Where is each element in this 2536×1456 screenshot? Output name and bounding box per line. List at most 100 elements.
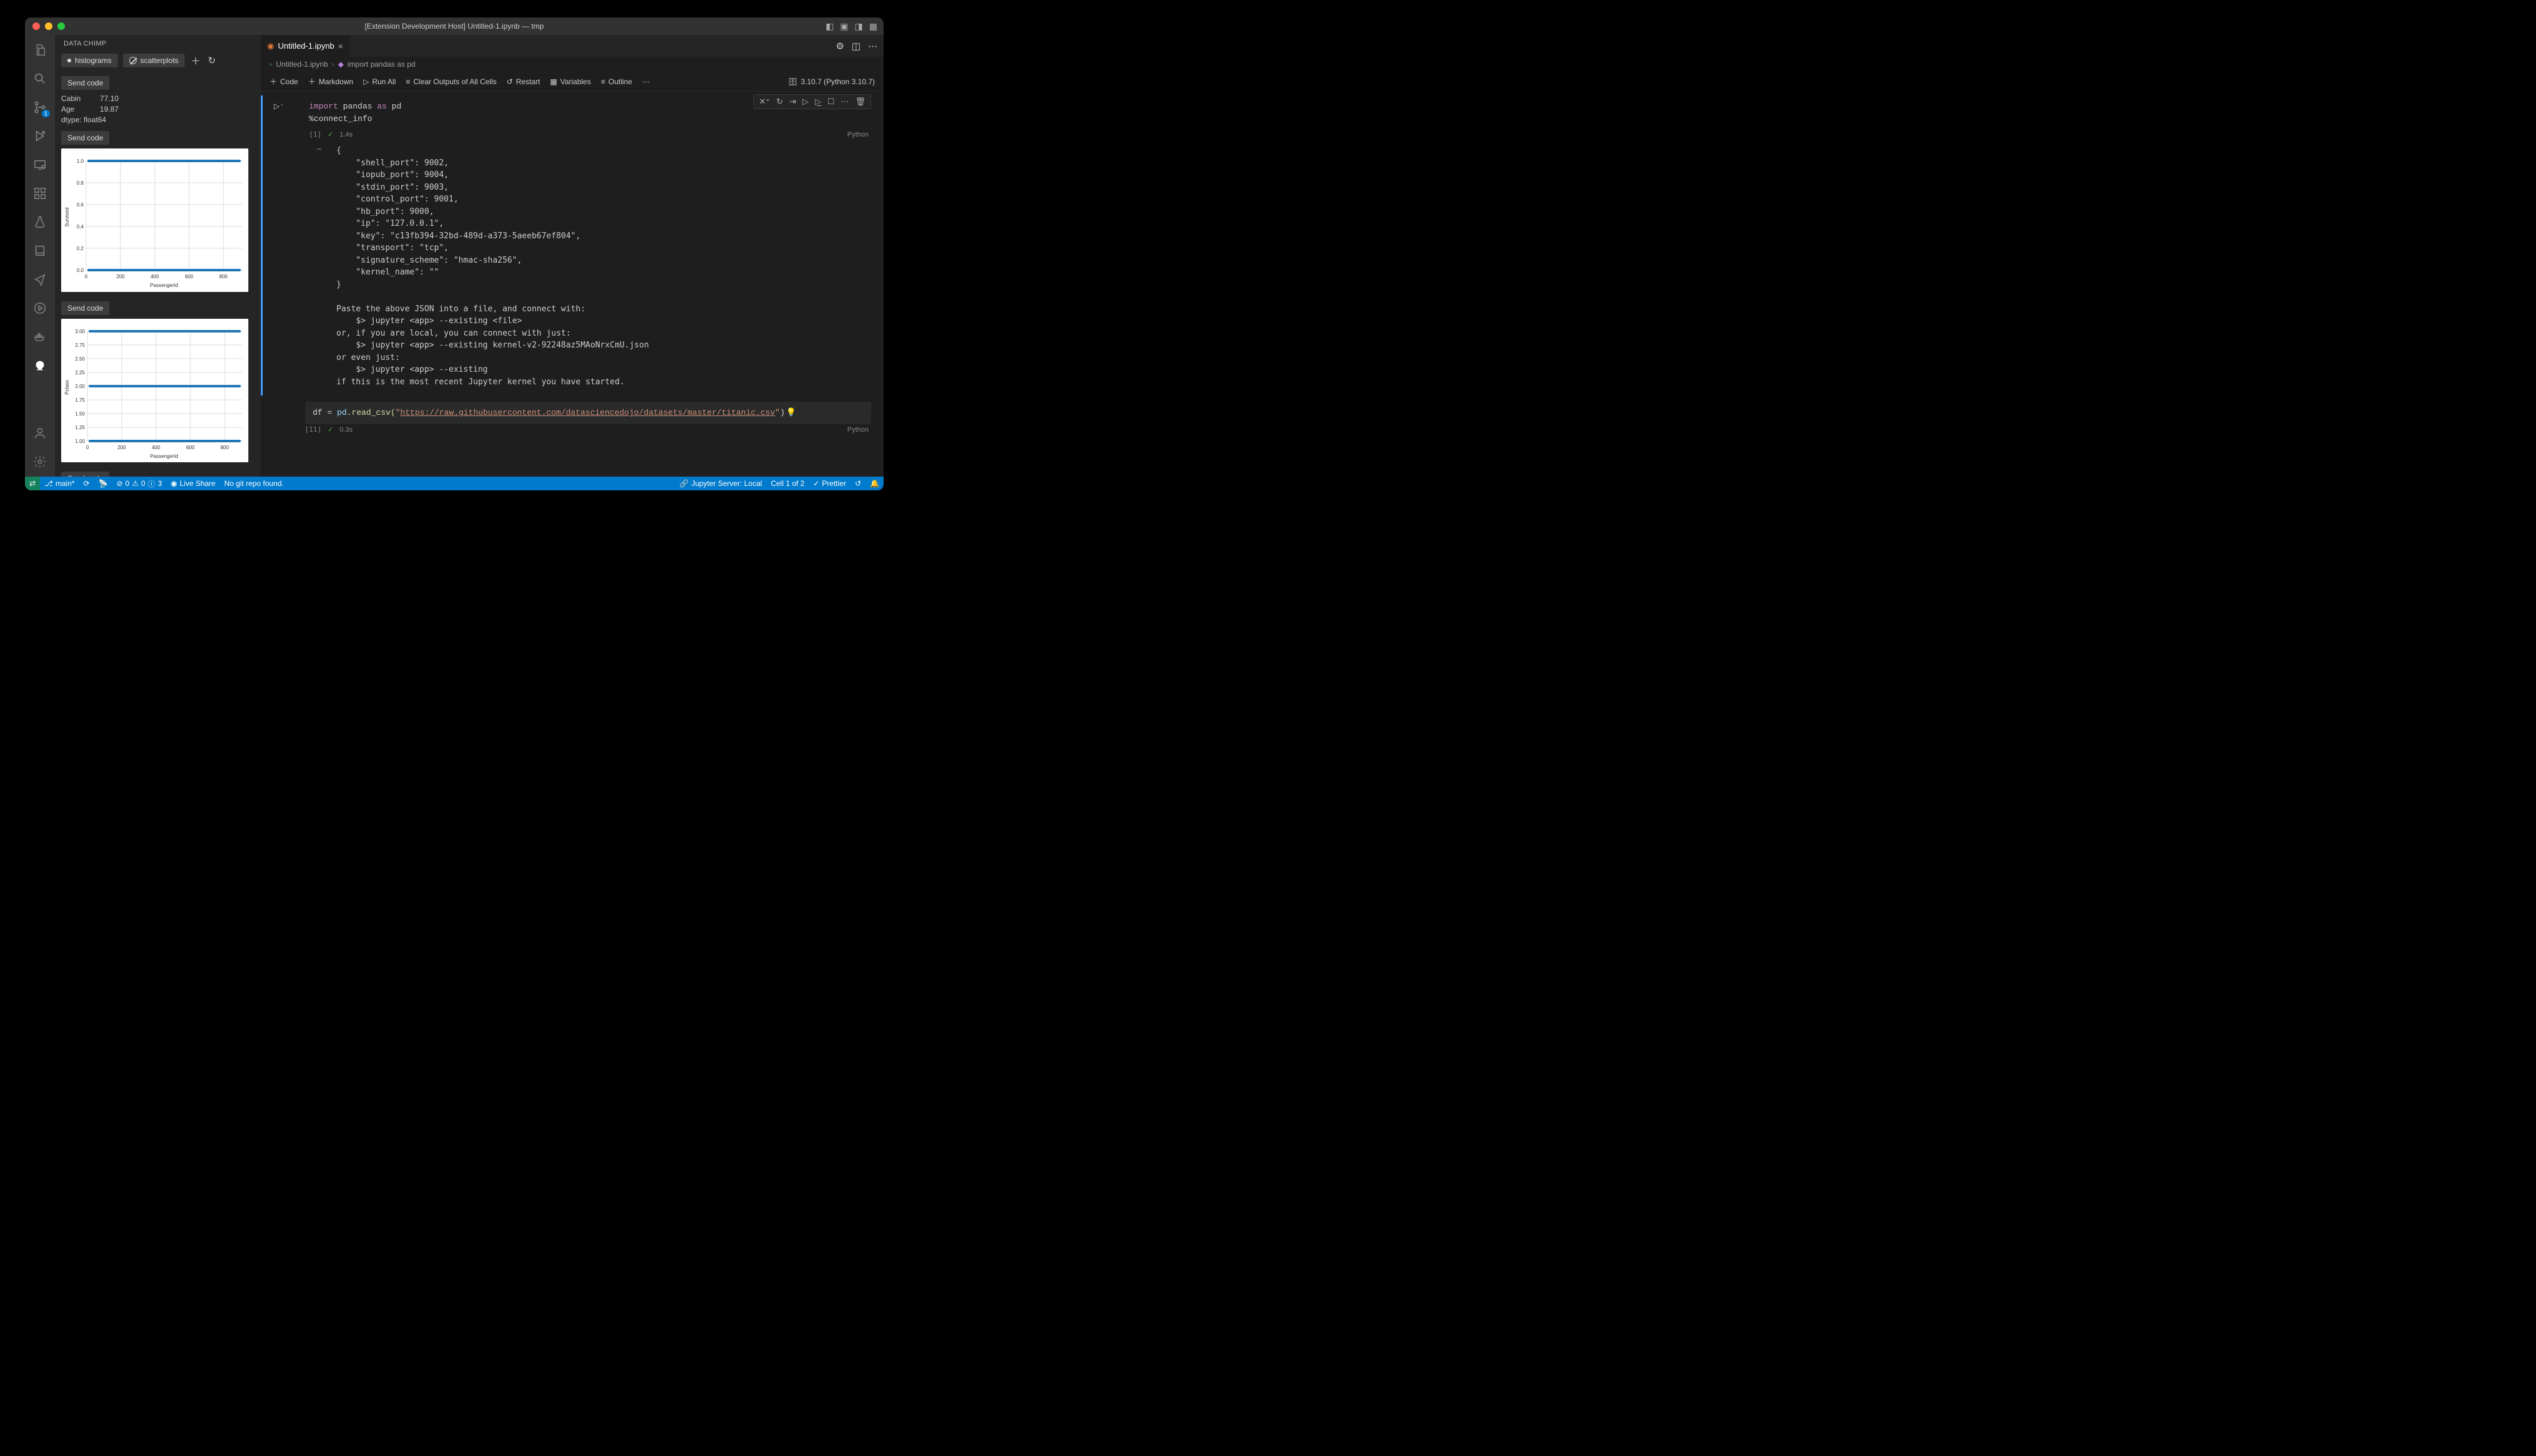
execution-count: [1] bbox=[294, 130, 321, 138]
svg-text:0.0: 0.0 bbox=[77, 268, 84, 273]
editor-tab[interactable]: ◉ Untitled-1.ipynb × bbox=[261, 35, 350, 57]
lightbulb-icon[interactable]: 💡 bbox=[786, 408, 796, 417]
svg-text:2.75: 2.75 bbox=[75, 342, 85, 348]
svg-text:2.00: 2.00 bbox=[75, 384, 85, 389]
send-code-button[interactable]: Send code bbox=[61, 131, 109, 145]
execute-cell-button[interactable]: ▷ˇ bbox=[274, 102, 283, 110]
disabled-icon bbox=[129, 57, 137, 64]
notebook-cell[interactable]: df = pd.read_csv("https://raw.githubuser… bbox=[261, 400, 884, 439]
split-cell-icon[interactable]: ☐ bbox=[826, 97, 836, 107]
svg-text:600: 600 bbox=[185, 274, 193, 279]
sidebar-tab-label: scatterplots bbox=[140, 56, 178, 65]
execution-time: 0.3s bbox=[339, 426, 353, 434]
remote-explorer-icon[interactable] bbox=[31, 156, 49, 173]
titlebar: [Extension Development Host] Untitled-1.… bbox=[25, 17, 884, 35]
configure-gear-icon[interactable]: ⚙ bbox=[836, 41, 844, 52]
layout-panel-bottom-icon[interactable]: ▣ bbox=[840, 21, 848, 32]
notifications-icon[interactable]: 🔔 bbox=[866, 479, 884, 488]
execute-below-icon[interactable]: ⇥ bbox=[788, 97, 797, 107]
jupyter-server-indicator[interactable]: 🔗 Jupyter Server: Local bbox=[675, 479, 766, 488]
outline-button[interactable]: ≡Outline bbox=[601, 77, 632, 86]
sidebar-tab-scatterplots[interactable]: scatterplots bbox=[123, 54, 185, 67]
refresh-icon[interactable]: ↻ bbox=[207, 55, 217, 66]
history-icon[interactable]: ↺ bbox=[851, 479, 866, 488]
kernel-picker[interactable]: 🗄 3.10.7 (Python 3.10.7) bbox=[788, 77, 875, 86]
search-icon[interactable] bbox=[31, 70, 49, 87]
docker-icon[interactable] bbox=[31, 328, 49, 346]
svg-text:800: 800 bbox=[220, 445, 229, 450]
send-code-button[interactable]: Send code bbox=[61, 472, 109, 477]
run-debug-icon[interactable] bbox=[31, 127, 49, 145]
account-icon[interactable] bbox=[31, 424, 49, 442]
svg-text:PassengerId: PassengerId bbox=[150, 454, 178, 459]
plot-survived: 1.00.80.6 0.40.20.0 0200400 600800 Passe… bbox=[61, 148, 248, 292]
testing-icon[interactable] bbox=[31, 213, 49, 231]
notebook-file-icon: ▫ bbox=[270, 60, 272, 69]
problems-indicator[interactable]: ⊘0 ⚠0 ⓘ3 bbox=[112, 478, 167, 489]
execution-time: 1.4s bbox=[339, 131, 353, 138]
run-cell-and-below-icon[interactable]: ▷̲ bbox=[814, 97, 822, 107]
svg-text:1.00: 1.00 bbox=[75, 439, 85, 444]
svg-text:400: 400 bbox=[150, 274, 159, 279]
svg-text:1.0: 1.0 bbox=[77, 158, 84, 164]
svg-text:3.00: 3.00 bbox=[75, 329, 85, 334]
output-collapse-icon[interactable]: ⋯ bbox=[294, 142, 321, 394]
layout-panel-right-icon[interactable]: ◨ bbox=[855, 21, 863, 32]
svg-text:1.25: 1.25 bbox=[75, 425, 85, 430]
explorer-icon[interactable] bbox=[31, 41, 49, 59]
add-tab-icon[interactable]: ＋ bbox=[190, 54, 202, 67]
info-icon: ⓘ bbox=[148, 478, 155, 489]
split-editor-icon[interactable]: ◫ bbox=[852, 41, 861, 52]
cell-toolbar: ✕⁺ ↻ ⇥ ▷ ▷̲ ☐ ⋯ 🗑 bbox=[753, 94, 871, 109]
svg-text:800: 800 bbox=[219, 274, 228, 279]
sync-icon: ⟳ bbox=[84, 479, 90, 488]
cell-language[interactable]: Python bbox=[847, 426, 871, 434]
sidebar-tab-histograms[interactable]: histograms bbox=[61, 54, 118, 67]
check-icon: ✓ bbox=[813, 479, 819, 488]
data-chimp-icon[interactable] bbox=[31, 357, 49, 374]
execute-above-icon[interactable]: ↻ bbox=[775, 97, 784, 107]
prettier-indicator[interactable]: ✓ Prettier bbox=[809, 479, 851, 488]
send-code-button[interactable]: Send code bbox=[61, 76, 109, 90]
clear-outputs-button[interactable]: ≡Clear Outputs of All Cells bbox=[406, 77, 496, 86]
cell-language[interactable]: Python bbox=[847, 131, 871, 138]
cell-more-icon[interactable]: ⋯ bbox=[839, 97, 850, 107]
cell-position[interactable]: Cell 1 of 2 bbox=[766, 479, 809, 488]
book-icon[interactable] bbox=[31, 242, 49, 260]
delete-cell-icon[interactable]: 🗑 bbox=[854, 97, 867, 107]
restart-button[interactable]: ↺Restart bbox=[507, 77, 540, 86]
plot-pclass: 3.002.752.50 2.252.001.75 1.501.251.00 0… bbox=[61, 319, 248, 462]
svg-text:0.4: 0.4 bbox=[77, 224, 84, 230]
breadcrumb[interactable]: ▫ Untitled-1.ipynb › ◆ import pandas as … bbox=[261, 57, 884, 72]
add-code-button[interactable]: ＋Code bbox=[270, 76, 298, 87]
run-cell-icon[interactable]: ▷ bbox=[801, 97, 810, 107]
layout-customize-icon[interactable]: ▦ bbox=[869, 21, 877, 32]
code-input[interactable]: df = pd.read_csv("https://raw.githubuser… bbox=[305, 402, 871, 424]
extensions-icon[interactable] bbox=[31, 185, 49, 202]
toolbar-overflow-icon[interactable]: ⋯ bbox=[642, 77, 650, 86]
live-share-button[interactable]: ◉ Live Share bbox=[167, 479, 220, 488]
sync-button[interactable]: ⟳ bbox=[79, 479, 94, 488]
cell-output: { "shell_port": 9002, "iopub_port": 9004… bbox=[321, 142, 649, 394]
run-all-button[interactable]: ▷Run All bbox=[363, 77, 396, 86]
send-code-button[interactable]: Send code bbox=[61, 301, 109, 315]
notebook-cell[interactable]: ▷ˇ import pandas as pd %connect_info [1]… bbox=[261, 95, 884, 396]
close-tab-icon[interactable]: × bbox=[338, 41, 343, 51]
variables-button[interactable]: ▦Variables bbox=[550, 77, 591, 86]
svg-text:200: 200 bbox=[116, 274, 125, 279]
more-actions-icon[interactable]: ⋯ bbox=[868, 41, 877, 52]
port-forward-button[interactable]: 📡 bbox=[94, 479, 112, 488]
add-markdown-button[interactable]: ＋Markdown bbox=[308, 76, 353, 87]
svg-text:PassengerId: PassengerId bbox=[150, 283, 178, 288]
layout-panel-left-icon[interactable]: ◧ bbox=[826, 21, 834, 32]
warning-icon: ⚠ bbox=[132, 479, 139, 488]
notebook-body: ✕⁺ ↻ ⇥ ▷ ▷̲ ☐ ⋯ 🗑 ▷ˇ import pandas as pd… bbox=[261, 92, 884, 477]
svg-text:Survived: Survived bbox=[64, 208, 70, 227]
remote-indicator[interactable]: ⇄ bbox=[25, 477, 40, 490]
branch-indicator[interactable]: ⎇ main* bbox=[40, 479, 79, 488]
run-by-line-icon[interactable]: ✕⁺ bbox=[758, 97, 771, 107]
settings-gear-icon[interactable] bbox=[31, 453, 49, 470]
share-icon[interactable] bbox=[31, 271, 49, 288]
live-preview-icon[interactable] bbox=[31, 299, 49, 317]
source-control-icon[interactable]: 1 bbox=[31, 99, 49, 116]
